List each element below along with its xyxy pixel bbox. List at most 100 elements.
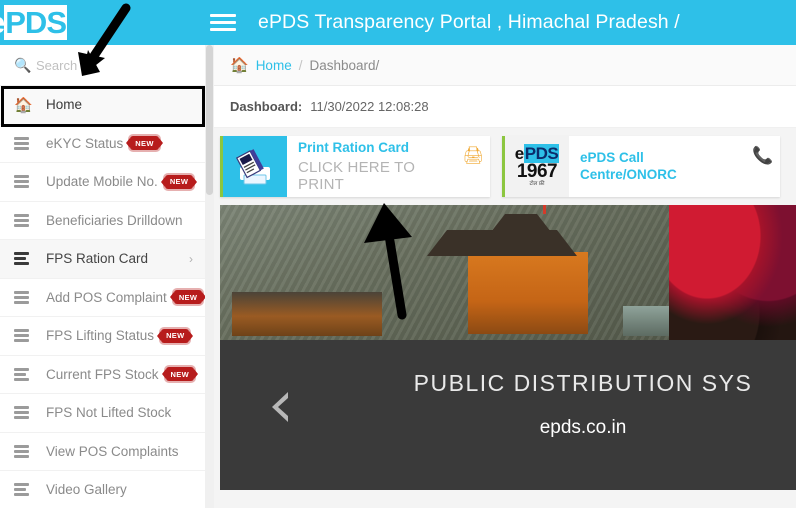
bars-icon-bar-2 bbox=[14, 257, 26, 261]
phone-icon[interactable]: 📞 bbox=[752, 146, 773, 166]
hamburger-bar-3 bbox=[210, 28, 236, 31]
sidebar-item-label: Current FPS Stock bbox=[46, 366, 159, 382]
epds-logo-line1: ePDS bbox=[515, 144, 560, 164]
sidebar-scrollbar-thumb[interactable] bbox=[206, 45, 213, 195]
carousel-dark-panel: PUBLIC DISTRIBUTION SYS epds.co.in bbox=[220, 340, 796, 490]
server-icon-bar-3 bbox=[14, 339, 29, 343]
print-card-title: Print Ration Card bbox=[298, 140, 410, 156]
epds-call-centre-tile[interactable]: ePDS 1967 टोल फ्री ePDS Call Centre/ONOR… bbox=[502, 136, 780, 197]
carousel-text: PUBLIC DISTRIBUTION SYS epds.co.in bbox=[220, 370, 796, 439]
sidebar-item-label: Add POS Complaint bbox=[46, 289, 167, 305]
bars-icon-bar-2 bbox=[14, 488, 26, 492]
search-icon[interactable]: 🔍 bbox=[10, 57, 36, 74]
sidebar-scrollbar[interactable] bbox=[205, 45, 214, 508]
hamburger-bar-1 bbox=[210, 14, 236, 17]
sidebar-item-label: Update Mobile No. bbox=[46, 174, 158, 190]
sidebar-item-update-mobile-no[interactable]: Update Mobile No. NEW bbox=[0, 163, 209, 202]
sidebar-item-label: FPS Not Lifted Stock bbox=[46, 405, 172, 421]
server-icon bbox=[14, 175, 40, 189]
sidebar-item-label: Video Gallery bbox=[46, 482, 127, 498]
sidebar-item-view-pos-complaints[interactable]: View POS Complaints bbox=[0, 432, 209, 471]
server-icon bbox=[14, 290, 40, 304]
sidebar-nav-list: 🏠 Home eKYC Status NEW Update Mobile No. NEW B… bbox=[0, 86, 209, 508]
server-icon bbox=[14, 329, 40, 343]
brand-logo[interactable]: ePDS bbox=[0, 0, 210, 45]
breadcrumb-home-link[interactable]: Home bbox=[256, 58, 292, 73]
grain-sacks-photo bbox=[669, 205, 796, 340]
breadcrumb-separator: / bbox=[298, 57, 303, 73]
server-icon-bar-3 bbox=[14, 300, 29, 304]
bars-icon-bar-2 bbox=[14, 372, 26, 376]
top-header-bar: ePDS ePDS Transparency Portal , Himachal… bbox=[0, 0, 796, 45]
sidebar-item-home[interactable]: 🏠 Home bbox=[0, 86, 209, 125]
temple-building bbox=[467, 252, 588, 334]
temple-roof-lower bbox=[427, 230, 578, 256]
epds-logo-hindi: टोल फ्री bbox=[529, 181, 545, 188]
search-input[interactable] bbox=[36, 57, 186, 73]
sidebar-item-label: FPS Ration Card bbox=[46, 251, 149, 267]
breadcrumb: 🏠 Home / Dashboard/ bbox=[214, 45, 796, 86]
hamburger-bar-2 bbox=[210, 21, 236, 24]
server-icon-bar-2 bbox=[14, 141, 29, 145]
brand-logo-text: ePDS bbox=[0, 5, 67, 40]
breadcrumb-current: Dashboard/ bbox=[309, 57, 380, 73]
server-icon bbox=[14, 406, 40, 420]
page-title: ePDS Transparency Portal , Himachal Prad… bbox=[258, 11, 680, 33]
sidebar-item-label: eKYC Status bbox=[46, 135, 124, 151]
server-icon-bar-3 bbox=[14, 454, 29, 458]
bars-icon-bar-1 bbox=[14, 252, 29, 256]
shortcut-cards: Print Ration Card CLICK HERE TO PRINT 🖨 … bbox=[214, 128, 796, 205]
call-card-body: ePDS Call Centre/ONORC bbox=[569, 136, 746, 197]
sidebar-item-fps-lifting-status[interactable]: FPS Lifting Status NEW bbox=[0, 317, 209, 356]
server-icon-bar-3 bbox=[14, 223, 29, 227]
new-badge: NEW bbox=[130, 136, 159, 151]
sidebar-item-label: Beneficiaries Drilldown bbox=[46, 212, 183, 228]
server-icon-bar-1 bbox=[14, 444, 29, 448]
server-icon-bar-2 bbox=[14, 295, 29, 299]
server-icon bbox=[14, 136, 40, 150]
sidebar-item-label: FPS Lifting Status bbox=[46, 328, 155, 344]
new-badge: NEW bbox=[161, 328, 190, 343]
server-icon-bar-1 bbox=[14, 329, 29, 333]
dashboard-label: Dashboard: bbox=[230, 99, 303, 114]
bars-icon-bar-1 bbox=[14, 367, 29, 371]
print-ration-card-tile[interactable]: Print Ration Card CLICK HERE TO PRINT 🖨 bbox=[220, 136, 490, 197]
printer-card-icon bbox=[223, 136, 287, 197]
server-icon-bar-2 bbox=[14, 334, 29, 338]
sidebar-item-label: View POS Complaints bbox=[46, 443, 179, 459]
call-card-corner: 📞 bbox=[746, 136, 780, 197]
bars-icon bbox=[14, 483, 40, 497]
server-icon bbox=[14, 213, 40, 227]
sidebar: 🔍 🏠 Home eKYC Status NEW Update Mobile No. NE… bbox=[0, 45, 210, 508]
sidebar-item-add-pos-complaint[interactable]: Add POS Complaint NEW bbox=[0, 278, 209, 317]
epds-1967-logo: ePDS 1967 टोल फ्री bbox=[505, 136, 569, 197]
sidebar-search-row: 🔍 bbox=[0, 45, 209, 86]
sidebar-item-ekyc-status[interactable]: eKYC Status NEW bbox=[0, 124, 209, 163]
hamburger-icon[interactable] bbox=[210, 11, 236, 35]
main-content: 🏠 Home / Dashboard/ Dashboard: 11/30/202… bbox=[214, 45, 796, 508]
printer-icon[interactable]: 🖨 bbox=[462, 146, 484, 166]
new-badge: NEW bbox=[173, 290, 203, 305]
bars-icon-bar-3 bbox=[14, 262, 29, 266]
server-icon bbox=[14, 444, 40, 458]
sidebar-item-fps-not-lifted-stock[interactable]: FPS Not Lifted Stock bbox=[0, 394, 209, 433]
sidebar-item-fps-ration-card[interactable]: FPS Ration Card › bbox=[0, 240, 209, 279]
village-hut-left bbox=[231, 292, 382, 336]
home-icon: 🏠 bbox=[230, 57, 249, 74]
server-icon-bar-3 bbox=[14, 146, 29, 150]
temple-flag bbox=[542, 205, 546, 214]
server-icon-bar-1 bbox=[14, 136, 29, 140]
carousel-url: epds.co.in bbox=[539, 417, 627, 438]
bars-icon-bar-1 bbox=[14, 483, 29, 487]
server-icon-bar-2 bbox=[14, 449, 29, 453]
server-icon-bar-2 bbox=[14, 218, 29, 222]
sidebar-item-video-gallery[interactable]: Video Gallery bbox=[0, 471, 209, 508]
bars-icon bbox=[14, 367, 40, 381]
sidebar-item-beneficiaries-drilldown[interactable]: Beneficiaries Drilldown bbox=[0, 201, 209, 240]
new-badge: NEW bbox=[164, 174, 194, 189]
server-icon-bar-1 bbox=[14, 175, 29, 179]
chevron-right-icon[interactable]: › bbox=[189, 252, 193, 266]
sidebar-item-current-fps-stock[interactable]: Current FPS Stock NEW bbox=[0, 355, 209, 394]
carousel-headline: PUBLIC DISTRIBUTION SYS bbox=[413, 370, 753, 396]
call-card-title-line2: Centre/ONORC bbox=[580, 166, 677, 182]
